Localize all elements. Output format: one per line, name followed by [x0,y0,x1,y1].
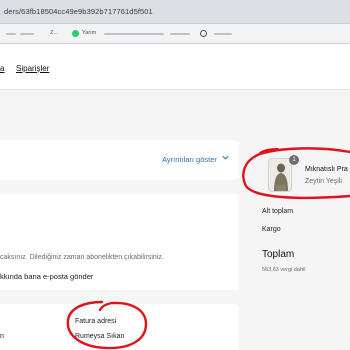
product-variant: Zeytin Yeşili [305,178,342,185]
shipping-label: Kargo [262,226,281,233]
bookmark-blurred-3[interactable] [104,33,164,35]
bookmark-blurred-4[interactable] [170,33,190,35]
bookmarks-bar: Z... Yarım [0,24,350,44]
bookmark-item[interactable]: Yarım [82,30,96,36]
globe-icon[interactable] [200,30,207,37]
newsletter-info-text: caksınız. Dilediğiniz zaman abonelikten … [0,254,164,261]
bookmark-item[interactable]: Z... [50,30,58,36]
bookmark-blurred-1[interactable] [6,33,16,35]
addresses-card [0,304,239,350]
product-photo-icon [269,159,291,191]
billing-name: Rumeysa Sıkan [75,333,125,340]
shipping-address-partial: n [0,333,4,340]
whatsapp-icon[interactable] [72,30,79,37]
product-thumbnail [268,158,292,192]
bookmark-blurred-5[interactable] [214,33,232,35]
bookmark-blurred-2[interactable] [20,33,34,35]
nav-link-orders[interactable]: Siparişler [16,64,49,73]
newsletter-checkbox-label[interactable]: kkında bana e-posta gönder [0,272,93,281]
quantity-badge: 1 [289,155,299,165]
show-details-link[interactable]: Ayrıntıları göster [162,155,217,164]
nav-link-partial[interactable]: a [0,64,4,73]
total-label: Toplam [262,249,295,260]
tax-note: 563,63 vergi dahil [262,267,306,273]
chevron-down-icon[interactable] [222,154,229,161]
url-text[interactable]: ders/63fb18504cc49e9b392b717761d5f501 [4,7,153,16]
store-header: a Siparişler [0,45,350,90]
product-name: Mıknatıslı Pra [305,166,348,173]
address-bar[interactable]: ders/63fb18504cc49e9b392b717761d5f501 [0,0,350,24]
subtotal-label: Alt toplam [262,208,294,215]
billing-address-title: Fatura adresi [75,318,117,325]
